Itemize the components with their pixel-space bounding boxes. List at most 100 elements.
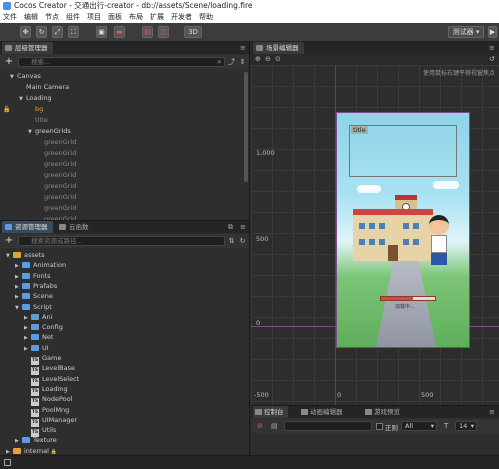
- sort-icon[interactable]: ⇅: [227, 236, 236, 246]
- window: [413, 239, 419, 245]
- menu-bar: 文件 编辑 节点 组件 项目 面板 布局 扩展 开发者 帮助: [0, 12, 499, 23]
- asset-item-label: PoolMng: [42, 405, 70, 414]
- asset-item-label: Utils: [42, 426, 57, 435]
- tab-assets[interactable]: 资源管理器: [2, 221, 53, 233]
- menu-item[interactable]: 节点: [45, 12, 59, 23]
- scene-viewport[interactable]: 使用鼠标右键平移视窗焦点 1,000 500 0 -500 0 500 titl…: [251, 65, 499, 405]
- y-axis-label: -500: [254, 391, 269, 399]
- hierarchy-search-input[interactable]: 搜索...: [18, 57, 225, 67]
- console-icon: [255, 409, 262, 415]
- menu-item[interactable]: 帮助: [199, 12, 213, 23]
- tab-game-preview[interactable]: 游戏预览: [363, 406, 404, 418]
- chevron-down-icon[interactable]: ▼: [28, 127, 35, 138]
- regex-checkbox[interactable]: [376, 423, 383, 430]
- tab-scene-editor[interactable]: 场景编辑器: [253, 42, 304, 54]
- menu-item[interactable]: 项目: [87, 12, 101, 23]
- menu-item[interactable]: 布局: [129, 12, 143, 23]
- chevron-down-icon[interactable]: ▼: [10, 72, 17, 83]
- zoom-out-icon[interactable]: ⊖: [265, 55, 271, 63]
- snap-button[interactable]: ◫: [158, 26, 169, 38]
- hierarchy-node[interactable]: Main Camera: [19, 82, 69, 93]
- canvas-frame[interactable]: title 加载中...: [336, 112, 470, 348]
- collapse-icon[interactable]: ⇕: [238, 57, 247, 67]
- panel-menu-icon[interactable]: ≡: [489, 45, 496, 52]
- gizmo-button[interactable]: ▤: [142, 26, 153, 38]
- rect-tool-button[interactable]: ⛶: [68, 26, 79, 38]
- chevron-down-icon[interactable]: ▼: [6, 251, 13, 262]
- device-select[interactable]: 测试器 ▾: [448, 26, 484, 38]
- asset-item-label: Script: [33, 302, 52, 311]
- zoom-fit-icon[interactable]: ⊙: [275, 55, 281, 63]
- tab-hierarchy[interactable]: 层级管理器: [2, 42, 53, 54]
- x-axis-label: 500: [421, 391, 434, 399]
- search-icon[interactable]: ⌕: [215, 57, 224, 67]
- notification-icon[interactable]: [4, 459, 11, 466]
- asset-item-label: Game: [42, 354, 62, 362]
- menu-item[interactable]: 编辑: [24, 12, 38, 23]
- hierarchy-node[interactable]: greenGrid: [37, 170, 76, 181]
- play-button[interactable]: ▶: [488, 26, 497, 38]
- maximize-icon[interactable]: ⧉: [228, 224, 235, 231]
- hierarchy-node[interactable]: greenGrid: [37, 148, 76, 159]
- hierarchy-node[interactable]: ▼ Canvas: [10, 71, 41, 82]
- hierarchy-node[interactable]: ▼ Loading: [19, 93, 52, 104]
- character-head: [429, 215, 449, 235]
- console-filter-input[interactable]: [284, 421, 372, 431]
- window-title: Cocos Creator - 交通出行-creator - db://asse…: [14, 1, 253, 10]
- hierarchy-node[interactable]: bg: [28, 104, 43, 115]
- asset-item-label: Net: [42, 333, 54, 342]
- asset-item-label: assets: [24, 251, 45, 259]
- scene-toolbar: ⊕ ⊖ ⊙ ↺: [251, 54, 499, 65]
- asset-search-input[interactable]: 搜索资源或路径...: [18, 236, 225, 246]
- window: [403, 239, 409, 245]
- create-asset-button[interactable]: +: [4, 236, 14, 246]
- door: [388, 245, 398, 261]
- hierarchy-node[interactable]: title: [28, 115, 48, 126]
- chevron-down-icon[interactable]: ▼: [19, 94, 26, 105]
- lock-icon[interactable]: 🔓: [3, 104, 10, 115]
- panel-menu-icon[interactable]: ≡: [240, 224, 247, 231]
- menu-item[interactable]: 开发者: [171, 12, 192, 23]
- menu-item[interactable]: 面板: [108, 12, 122, 23]
- menu-item[interactable]: 组件: [66, 12, 80, 23]
- panel-menu-icon[interactable]: ≡: [489, 409, 496, 416]
- chevron-down-icon[interactable]: ▼: [15, 303, 22, 314]
- hierarchy-node[interactable]: greenGrid: [37, 159, 76, 170]
- hierarchy-node[interactable]: greenGrid: [37, 181, 76, 192]
- hierarchy-node-label: greenGrid: [44, 193, 77, 201]
- hierarchy-node[interactable]: greenGrid: [37, 203, 76, 214]
- scale-tool-button[interactable]: ⤢: [52, 26, 63, 38]
- loading-progress-fill: [381, 297, 414, 300]
- zoom-in-icon[interactable]: ⊕: [255, 55, 261, 63]
- hierarchy-node[interactable]: ▼ greenGrids: [28, 126, 71, 137]
- assets-icon: [5, 224, 12, 230]
- open-log-icon[interactable]: ▤: [271, 422, 278, 430]
- hierarchy-node[interactable]: greenGrid: [37, 137, 76, 148]
- title-node-box[interactable]: title: [349, 125, 457, 177]
- menu-item[interactable]: 文件: [3, 12, 17, 23]
- local-global-button[interactable]: ▬: [114, 26, 125, 38]
- move-tool-button[interactable]: ✥: [20, 26, 31, 38]
- font-size-select[interactable]: 14 ▾: [455, 421, 477, 431]
- menu-item[interactable]: 扩展: [150, 12, 164, 23]
- clear-icon[interactable]: ⊘: [257, 422, 263, 430]
- window: [379, 239, 385, 245]
- asset-search-placeholder: 搜索资源或路径...: [31, 237, 83, 245]
- log-level-select[interactable]: All ▾: [401, 421, 437, 431]
- refresh-icon[interactable]: ↻: [238, 236, 247, 246]
- x-axis-label: 0: [337, 391, 342, 399]
- y-axis-label: 500: [256, 235, 269, 243]
- locate-icon[interactable]: ⤴: [227, 57, 236, 67]
- hierarchy-scrollbar[interactable]: [244, 72, 248, 182]
- hierarchy-node[interactable]: greenGrid: [37, 192, 76, 203]
- tab-animation-editor[interactable]: 动画编辑器: [299, 406, 347, 418]
- tab-cloud-functions[interactable]: 云函数: [56, 221, 94, 233]
- mode-3d-button[interactable]: 3D: [184, 26, 202, 38]
- panel-menu-icon[interactable]: ≡: [240, 45, 247, 52]
- reset-icon[interactable]: ↺: [489, 55, 495, 63]
- anchor-pivot-button[interactable]: ▣: [96, 26, 107, 38]
- rotate-tool-button[interactable]: ↻: [36, 26, 47, 38]
- tab-console[interactable]: 控制台: [253, 406, 288, 418]
- window: [359, 223, 365, 229]
- add-node-button[interactable]: +: [4, 57, 14, 67]
